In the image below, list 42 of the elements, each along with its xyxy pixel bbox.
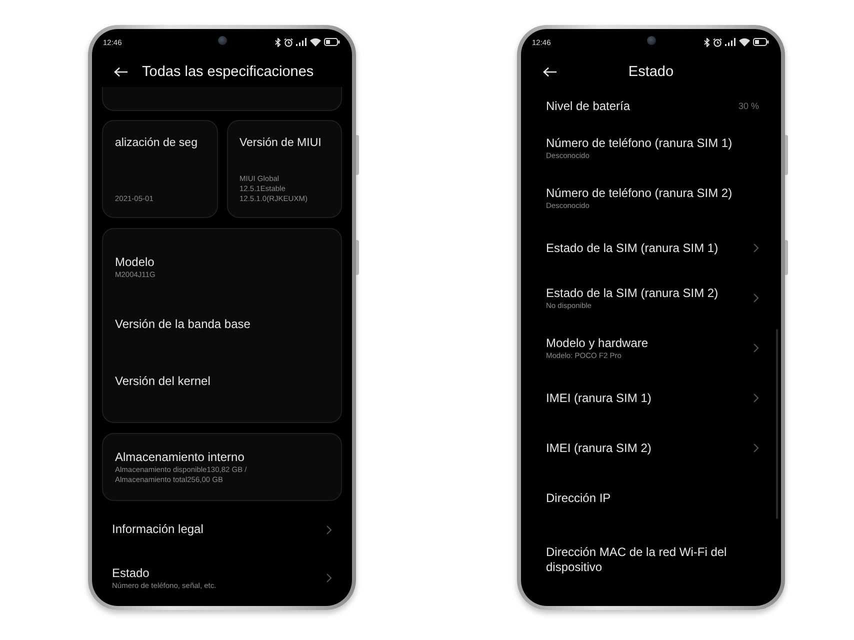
battery-icon bbox=[753, 38, 769, 46]
item-title: Estado de la SIM (ranura SIM 1) bbox=[546, 240, 718, 256]
wifi-icon bbox=[310, 38, 321, 46]
bluetooth-icon bbox=[704, 38, 710, 46]
item-value: 30 % bbox=[738, 101, 759, 111]
item-title: Información legal bbox=[112, 522, 204, 537]
signal-icon bbox=[296, 38, 307, 46]
chevron-icon[interactable] bbox=[753, 243, 759, 253]
item-title: IMEI (ranura SIM 2) bbox=[546, 440, 652, 456]
chevron-icon[interactable] bbox=[753, 293, 759, 303]
chevron-icon[interactable] bbox=[753, 393, 759, 403]
chevron-icon[interactable] bbox=[753, 443, 759, 453]
chevron-icon[interactable] bbox=[326, 573, 332, 583]
item-title: Número de teléfono (ranura SIM 1) bbox=[546, 136, 732, 150]
item-title: Dirección MAC de la red Wi-Fi del dispositivo bbox=[546, 545, 728, 575]
wifi-icon bbox=[739, 38, 750, 46]
alarm-icon bbox=[713, 38, 722, 46]
alarm-icon bbox=[284, 38, 293, 46]
storage-title: Almacenamiento interno bbox=[115, 450, 246, 464]
card-title: Versión de MIUI bbox=[240, 136, 322, 151]
battery-icon bbox=[324, 38, 340, 46]
back-button[interactable] bbox=[114, 67, 128, 77]
screen-title: Todas las especificaciones bbox=[142, 64, 314, 80]
item-title: Número de teléfono (ranura SIM 2) bbox=[546, 186, 732, 200]
camera-hole bbox=[646, 36, 656, 45]
item-title: Modelo y hardware bbox=[546, 336, 648, 350]
item-title: Versión de la banda base bbox=[115, 317, 250, 332]
bluetooth-icon bbox=[275, 38, 281, 46]
back-button[interactable] bbox=[543, 67, 557, 77]
item-title: Estado bbox=[112, 566, 150, 580]
camera-hole bbox=[218, 36, 226, 45]
screen-title: Estado bbox=[628, 64, 674, 80]
chevron-icon[interactable] bbox=[753, 343, 759, 353]
item-title: Dirección IP bbox=[546, 490, 611, 506]
item-title: IMEI (ranura SIM 1) bbox=[546, 390, 652, 406]
card-title: alización de seg bbox=[115, 136, 198, 151]
item-title: Nivel de batería bbox=[546, 98, 630, 114]
item-title: Estado de la SIM (ranura SIM 2) bbox=[546, 286, 718, 300]
item-title: Versión del kernel bbox=[115, 374, 210, 389]
chevron-icon[interactable] bbox=[326, 524, 332, 534]
item-title: Modelo bbox=[115, 255, 156, 270]
signal-icon bbox=[725, 38, 736, 46]
